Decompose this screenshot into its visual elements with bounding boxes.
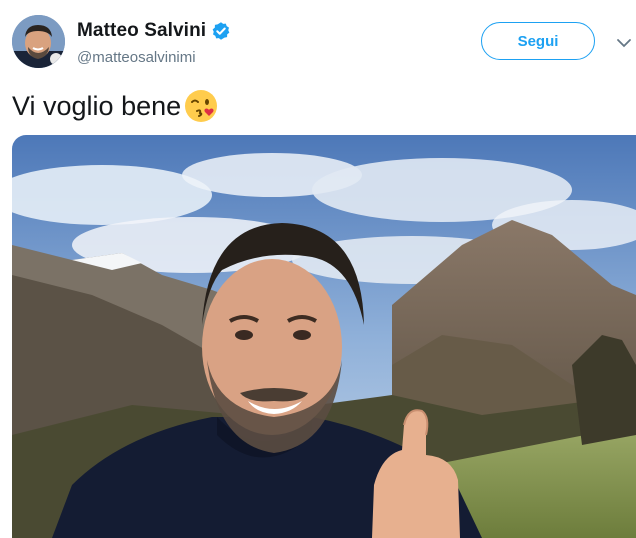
- author-name-row[interactable]: Matteo Salvini: [77, 20, 231, 42]
- chevron-down-icon[interactable]: [616, 36, 632, 50]
- follow-button[interactable]: Segui: [481, 22, 595, 60]
- tweet-text: Vi voglio bene: [12, 90, 182, 121]
- author-handle[interactable]: @matteosalvinimi: [77, 49, 196, 66]
- author-name[interactable]: Matteo Salvini: [77, 20, 206, 42]
- kissing-winking-face-icon: [183, 88, 219, 124]
- selfie-mountains-photo[interactable]: [12, 135, 636, 538]
- tweet-text-row: Vi voglio bene: [12, 88, 219, 124]
- verified-badge-icon: [211, 21, 231, 41]
- avatar[interactable]: [12, 15, 65, 68]
- tweet-header: Matteo Salvini @matteosalvinimi Segui: [0, 0, 636, 80]
